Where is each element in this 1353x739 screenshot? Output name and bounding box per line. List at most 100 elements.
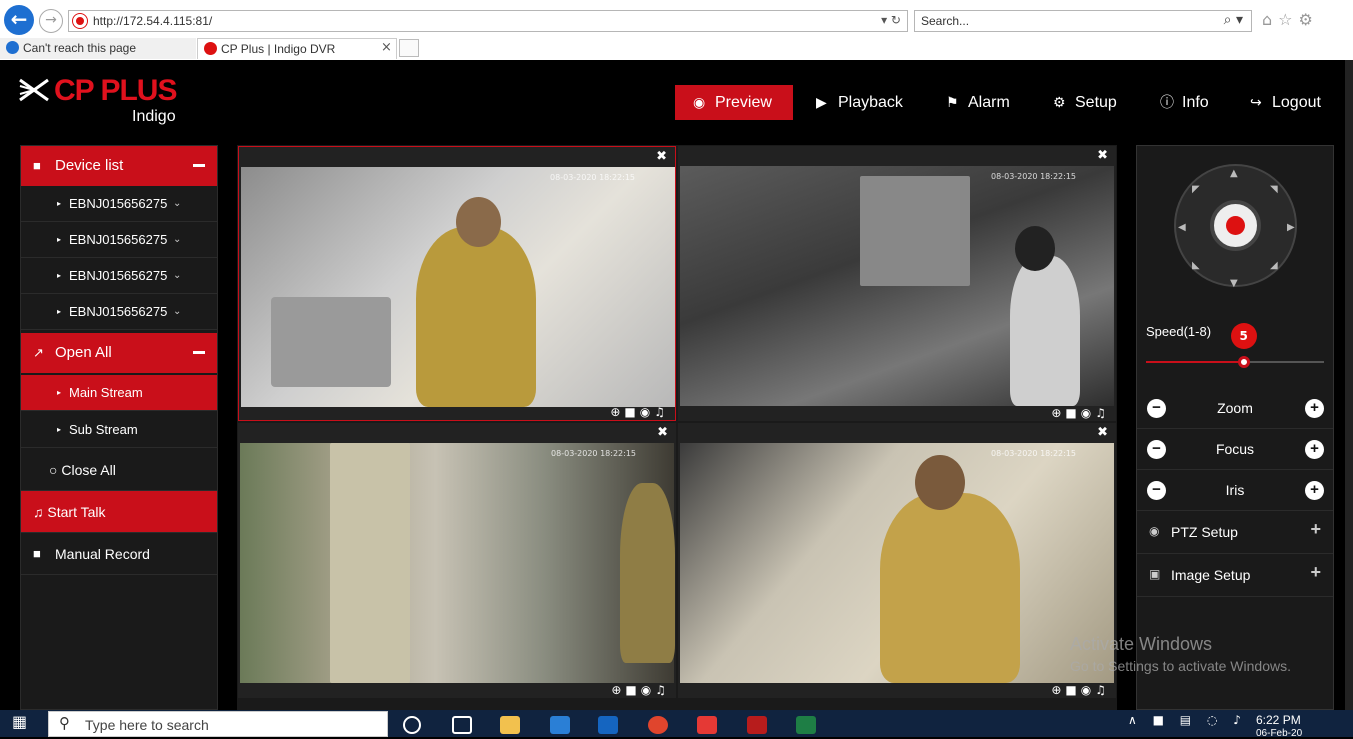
iris-minus-button[interactable]: −: [1147, 481, 1166, 500]
focus-plus-button[interactable]: +: [1305, 440, 1324, 459]
ptz-setup-row[interactable]: ◉ PTZ Setup +: [1137, 511, 1333, 554]
tile-tools-icons[interactable]: ⊕■◉♫: [1051, 406, 1110, 420]
close-all-item[interactable]: ○ Close All: [21, 449, 217, 491]
camera-tile[interactable]: 08-03-2020 18:22:15 ✖ ⊕■◉♫: [238, 146, 676, 421]
tile-tools-icons[interactable]: ⊕■◉♫: [610, 405, 669, 419]
camera-icon: ■: [33, 158, 41, 173]
arrow-right-icon[interactable]: ▶: [1287, 222, 1295, 233]
arrow-down-icon[interactable]: ▼: [1230, 278, 1238, 289]
chevron-down-icon[interactable]: ⌄: [173, 222, 181, 258]
nav-logout[interactable]: ↪ Logout: [1232, 85, 1339, 120]
device-item[interactable]: ▸ EBNJ015656275 ⌄: [21, 294, 217, 330]
open-all-header[interactable]: ↗ Open All: [21, 333, 217, 373]
clock-time[interactable]: 6:22 PM: [1256, 713, 1301, 727]
close-icon[interactable]: ✖: [1097, 148, 1108, 163]
chrome-icon[interactable]: [648, 716, 668, 734]
taskbar-search-input[interactable]: ⚲ Type here to search: [48, 711, 388, 737]
new-tab-button[interactable]: [399, 39, 419, 57]
chevron-down-icon[interactable]: ⌄: [173, 186, 181, 222]
expand-plus-icon[interactable]: +: [1310, 519, 1321, 540]
camera-feed-image[interactable]: [680, 443, 1114, 683]
chevron-down-icon[interactable]: ⌄: [173, 294, 181, 330]
collapse-icon[interactable]: [193, 351, 205, 354]
address-text[interactable]: http://172.54.4.115:81/: [93, 14, 212, 28]
system-tray-icons[interactable]: ∧ ■ ▤ ◌ ♪: [1128, 713, 1247, 727]
arrow-up-icon[interactable]: ▲: [1230, 168, 1238, 179]
search-icon[interactable]: ⌕ ▾: [1224, 12, 1243, 28]
sub-stream-item[interactable]: ▸ Sub Stream: [21, 412, 217, 448]
open-all-label: Open All: [55, 344, 112, 361]
search-icon: ⚲: [59, 714, 70, 732]
person-figure: [416, 227, 536, 407]
camera-tile[interactable]: 08-03-2020 18:22:15 ✖ ⊕■◉♫: [238, 423, 676, 698]
arrow-up-right-icon[interactable]: ◥: [1270, 184, 1278, 195]
nav-alarm[interactable]: ⚑ Alarm: [928, 85, 1028, 120]
camera-feed-image[interactable]: [680, 166, 1114, 406]
page-scrollbar[interactable]: [1345, 60, 1353, 710]
search-placeholder: Search...: [921, 14, 970, 28]
arrow-left-icon[interactable]: ◀: [1178, 222, 1186, 233]
close-icon[interactable]: ✖: [656, 149, 667, 164]
camera-feed-image[interactable]: [240, 443, 675, 683]
nav-playback[interactable]: ▶ Playback: [798, 85, 921, 120]
manual-record-label: Manual Record: [55, 546, 150, 562]
zoom-in-button[interactable]: +: [1305, 399, 1324, 418]
person-head: [456, 197, 501, 247]
device-item[interactable]: ▸ EBNJ015656275 ⌄: [21, 258, 217, 294]
nav-info[interactable]: ⓘ Info: [1142, 85, 1227, 120]
speed-slider-handle[interactable]: [1237, 356, 1250, 368]
nav-preview[interactable]: ◉ Preview: [675, 85, 793, 120]
task-view-icon[interactable]: [452, 716, 472, 734]
outlook-icon[interactable]: [598, 716, 618, 734]
browser-toolbar-icons[interactable]: ⌂☆⚙: [1262, 10, 1319, 29]
iris-plus-button[interactable]: +: [1305, 481, 1324, 500]
camera-tile[interactable]: 08-03-2020 18:22:15 ✖ ⊕■◉♫: [678, 423, 1116, 698]
close-icon[interactable]: ✖: [1097, 425, 1108, 440]
windows-start-icon[interactable]: ▦: [12, 712, 30, 731]
chevron-down-icon[interactable]: ⌄: [173, 258, 181, 294]
browser-search-input[interactable]: Search... ⌕ ▾: [914, 10, 1252, 32]
clock-date[interactable]: 06-Feb-20: [1256, 728, 1302, 739]
device-list-header[interactable]: ■ Device list: [21, 146, 217, 186]
forward-button[interactable]: →: [39, 9, 63, 33]
sub-stream-label: Sub Stream: [69, 422, 138, 437]
camera-tile[interactable]: 08-03-2020 18:22:15 ✖ ⊕■◉♫: [678, 146, 1116, 421]
arrow-down-right-icon[interactable]: ◢: [1270, 260, 1278, 271]
app-icon[interactable]: [747, 716, 767, 734]
start-talk-button[interactable]: ♫ Start Talk: [21, 491, 217, 533]
speed-slider-fill: [1146, 361, 1244, 363]
image-setup-row[interactable]: ▣ Image Setup +: [1137, 554, 1333, 597]
back-button[interactable]: ←: [4, 5, 34, 35]
device-item[interactable]: ▸ EBNJ015656275 ⌄: [21, 186, 217, 222]
tab-cp-plus[interactable]: CP Plus | Indigo DVR: [197, 38, 397, 59]
tile-tools-icons[interactable]: ⊕■◉♫: [1051, 683, 1110, 697]
cortana-icon[interactable]: [403, 716, 421, 734]
focus-minus-button[interactable]: −: [1147, 440, 1166, 459]
nav-setup[interactable]: ⚙ Setup: [1035, 85, 1135, 120]
internet-explorer-icon[interactable]: [550, 716, 570, 734]
pillar-with-posters: [330, 443, 410, 683]
collapse-icon[interactable]: [193, 164, 205, 167]
logo: CP PLUS: [54, 74, 177, 107]
excel-icon[interactable]: [796, 716, 816, 734]
file-explorer-icon[interactable]: [500, 716, 520, 734]
main-stream-item[interactable]: ▸ Main Stream: [21, 375, 217, 411]
nav-label: Preview: [715, 94, 772, 111]
device-item[interactable]: ▸ EBNJ015656275 ⌄: [21, 222, 217, 258]
refresh-icon[interactable]: ▾ ↻: [881, 13, 901, 27]
arrow-down-left-icon[interactable]: ◣: [1192, 260, 1200, 271]
main-stream-label: Main Stream: [69, 385, 143, 400]
camera-feed-image[interactable]: [241, 167, 675, 407]
close-icon[interactable]: ✖: [657, 425, 668, 440]
tab-cant-reach[interactable]: Can't reach this page: [0, 38, 196, 59]
info-icon: ⓘ: [1160, 94, 1174, 110]
bullet-icon: ▸: [57, 388, 62, 397]
tab-close-icon[interactable]: ×: [381, 40, 392, 55]
zoom-out-button[interactable]: −: [1147, 399, 1166, 418]
expand-plus-icon[interactable]: +: [1310, 562, 1321, 583]
arrow-up-left-icon[interactable]: ◤: [1192, 184, 1200, 195]
tile-tools-icons[interactable]: ⊕■◉♫: [611, 683, 670, 697]
anydesk-icon[interactable]: [697, 716, 717, 734]
manual-record-button[interactable]: ■ Manual Record: [21, 533, 217, 575]
address-bar[interactable]: http://172.54.4.115:81/ ▾ ↻: [68, 10, 908, 32]
